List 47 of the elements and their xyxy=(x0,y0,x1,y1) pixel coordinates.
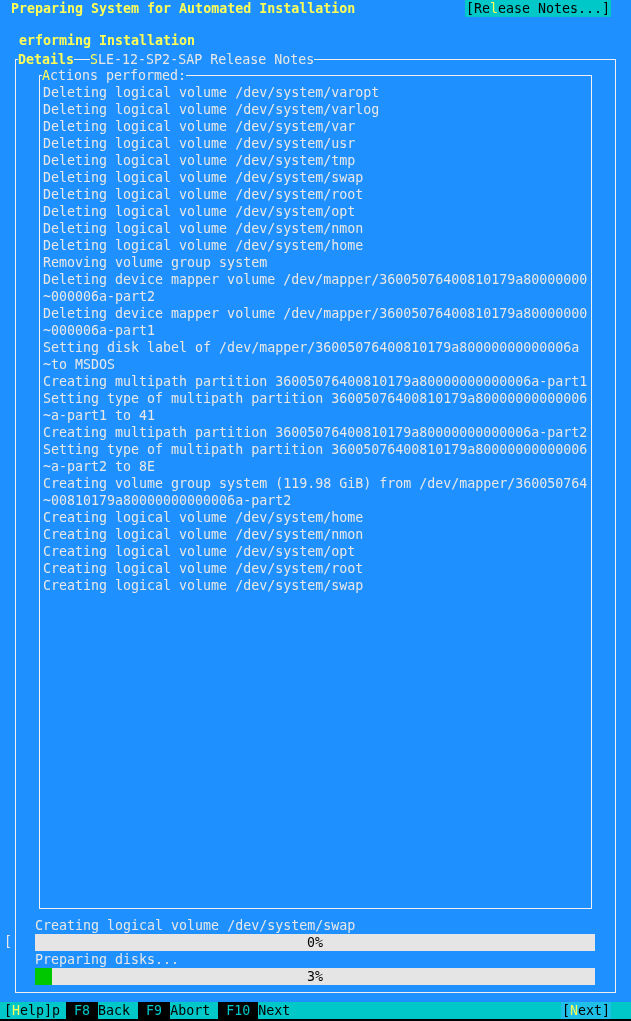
log-line: Deleting logical volume /dev/system/varlog xyxy=(43,101,381,118)
log-line: Deleting logical volume /dev/system/swap xyxy=(43,169,365,186)
log-line: Creating logical volume /dev/system/root xyxy=(43,560,365,577)
bracket-text: [ xyxy=(4,933,12,950)
log-line: Deleting device mapper volume /dev/mapper/36005076400810179a80000000 xyxy=(43,271,589,288)
group-label: Actions performed: xyxy=(42,67,187,84)
log-line: Setting type of multipath partition 36005076400810179a80000000000006 xyxy=(43,390,589,407)
log-line: Deleting logical volume /dev/system/root xyxy=(43,186,365,203)
function-key-label: Back xyxy=(98,1002,131,1019)
function-key[interactable]: F10 xyxy=(218,1002,259,1019)
help-button[interactable]: [Help]p xyxy=(4,1002,61,1019)
log-line: Removing volume group system xyxy=(43,254,269,271)
log-line: Deleting logical volume /dev/system/usr xyxy=(43,135,357,152)
log-line: Deleting logical volume /dev/system/var xyxy=(43,118,357,135)
function-key[interactable]: F8 xyxy=(66,1002,99,1019)
function-key[interactable]: F9 xyxy=(138,1002,171,1019)
log-line: Creating logical volume /dev/system/nmon xyxy=(43,526,365,543)
release-notes-button[interactable]: [Release Notes...] xyxy=(464,0,611,17)
log-line: ~000006a-part1 xyxy=(43,322,157,339)
log-line: ~000006a-part2 xyxy=(43,288,157,305)
function-key-label: Next xyxy=(258,1002,291,1019)
log-line: ~a-part2 to 8E xyxy=(43,458,157,475)
log-line: Creating multipath partition 36005076400810179a80000000000006a-part1 xyxy=(43,373,589,390)
log-line: Creating volume group system (119.98 GiB) from /dev/mapper/360050764 xyxy=(43,475,589,492)
log-line: Creating multipath partition 36005076400810179a80000000000006a-part2 xyxy=(43,424,589,441)
log-line: Creating logical volume /dev/system/home xyxy=(43,509,365,526)
progress-percent: 3% xyxy=(307,968,323,985)
log-line: Creating logical volume /dev/system/opt xyxy=(43,543,357,560)
log-line: Deleting logical volume /dev/system/nmon xyxy=(43,220,365,237)
progress-label: Creating logical volume /dev/system/swap xyxy=(35,917,357,934)
log-line: Deleting device mapper volume /dev/mapper/36005076400810179a80000000 xyxy=(43,305,589,322)
log-line: Deleting logical volume /dev/system/home xyxy=(43,237,365,254)
progress-percent: 0% xyxy=(307,934,323,951)
next-button[interactable]: [Next] xyxy=(560,1002,611,1019)
log-line: Deleting logical volume /dev/system/varopt xyxy=(43,84,381,101)
log-line: Deleting logical volume /dev/system/tmp xyxy=(43,152,357,169)
log-line: Setting type of multipath partition 36005076400810179a80000000000006 xyxy=(43,441,589,458)
function-key-label: Abort xyxy=(170,1002,211,1019)
log-line: ~a-part1 to 41 xyxy=(43,407,157,424)
section-title: erforming Installation xyxy=(19,32,196,49)
log-line: ~00810179a80000000000006a-part2 xyxy=(43,492,293,509)
log-line: Deleting logical volume /dev/system/opt xyxy=(43,203,357,220)
window-title: Preparing System for Automated Installation xyxy=(11,0,356,17)
progress-label: Preparing disks... xyxy=(35,951,181,968)
log-line: Setting disk label of /dev/mapper/36005076400810179a80000000000006a xyxy=(43,339,581,356)
log-line: Creating logical volume /dev/system/swap xyxy=(43,577,365,594)
log-line: ~to MSDOS xyxy=(43,356,117,373)
